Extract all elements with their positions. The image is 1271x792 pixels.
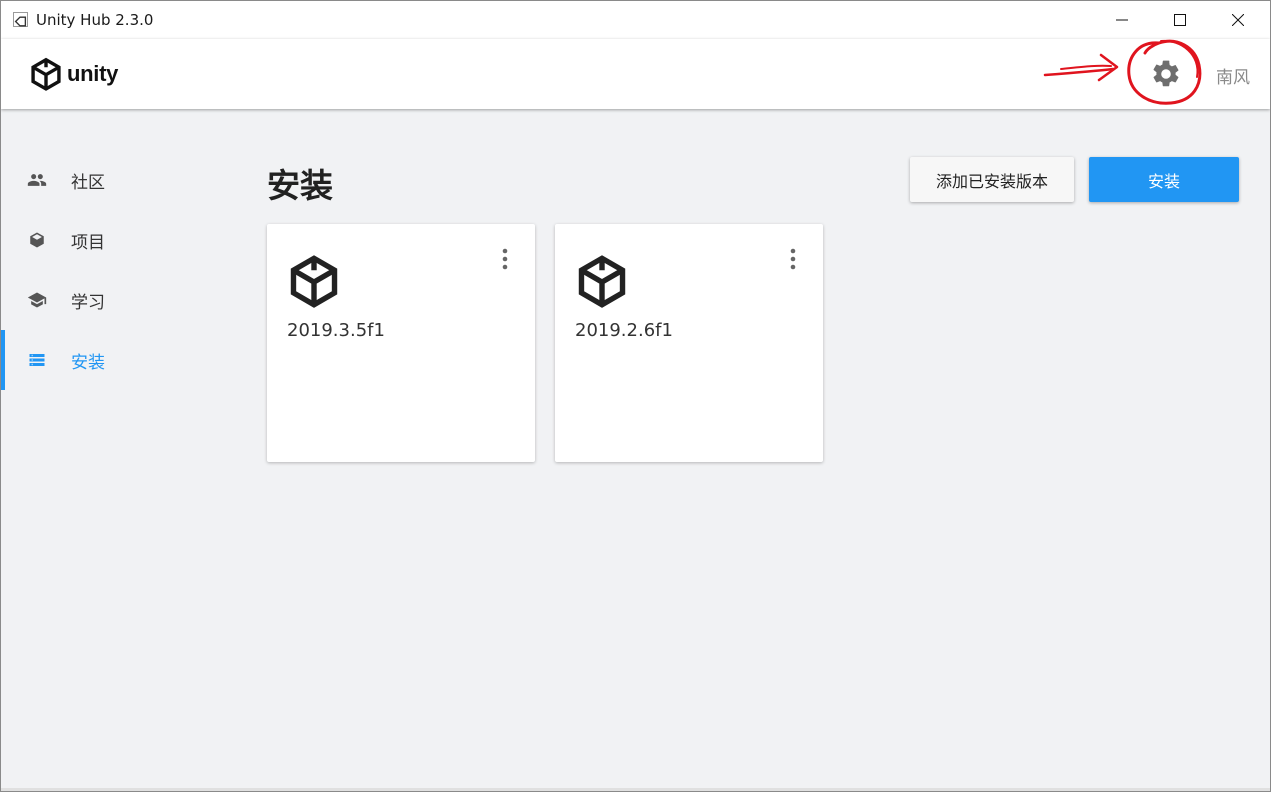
more-vert-icon xyxy=(790,248,796,270)
install-card[interactable]: 2019.2.6f1 xyxy=(555,224,823,462)
close-icon xyxy=(1232,14,1244,26)
list-icon xyxy=(27,350,47,370)
sidebar-item-learn[interactable]: 学习 xyxy=(1,270,231,330)
sidebar-item-label: 安装 xyxy=(71,352,105,373)
sidebar-item-community[interactable]: 社区 xyxy=(1,150,231,210)
window-title: Unity Hub 2.3.0 xyxy=(36,11,154,29)
gear-icon xyxy=(1153,60,1179,87)
sidebar-item-label: 社区 xyxy=(71,172,105,193)
sidebar-nav: 社区 项目 学习 安装 xyxy=(1,150,231,390)
sidebar-item-projects[interactable]: 项目 xyxy=(1,210,231,270)
community-icon xyxy=(27,170,47,190)
install-version: 2019.2.6f1 xyxy=(575,320,673,341)
user-name[interactable]: 南风 xyxy=(1216,63,1250,88)
page-title: 安装 xyxy=(267,166,333,205)
settings-button[interactable] xyxy=(1150,58,1182,90)
install-button[interactable]: 安装 xyxy=(1089,157,1239,202)
sidebar-item-label: 学习 xyxy=(71,292,105,313)
window-bottom-edge xyxy=(1,788,1270,791)
app-header: unity 南风 xyxy=(1,39,1270,109)
sidebar-item-installs[interactable]: 安装 xyxy=(1,330,231,390)
minimize-icon xyxy=(1116,19,1128,21)
close-button[interactable] xyxy=(1209,1,1267,39)
maximize-icon xyxy=(1174,14,1186,26)
graduation-cap-icon xyxy=(27,290,47,310)
maximize-button[interactable] xyxy=(1151,1,1209,39)
unity-app-icon xyxy=(13,12,28,27)
unity-logo-icon xyxy=(290,255,338,308)
add-installed-version-button[interactable]: 添加已安装版本 xyxy=(910,157,1074,202)
install-version: 2019.3.5f1 xyxy=(287,320,385,341)
title-bar: Unity Hub 2.3.0 xyxy=(1,1,1270,39)
logo-text: unity xyxy=(67,61,119,86)
unity-hub-window: Unity Hub 2.3.0 unity 南风 社区 项目 学习 安装 安装 … xyxy=(0,0,1271,792)
unity-logo: unity xyxy=(29,57,118,91)
more-options-button[interactable] xyxy=(783,246,803,272)
sidebar-item-label: 项目 xyxy=(71,232,105,253)
more-options-button[interactable] xyxy=(495,246,515,272)
minimize-button[interactable] xyxy=(1093,1,1151,39)
more-vert-icon xyxy=(502,248,508,270)
unity-logo-icon xyxy=(31,57,61,91)
cube-icon xyxy=(27,230,47,250)
unity-logo-icon xyxy=(578,255,626,308)
install-card[interactable]: 2019.3.5f1 xyxy=(267,224,535,462)
